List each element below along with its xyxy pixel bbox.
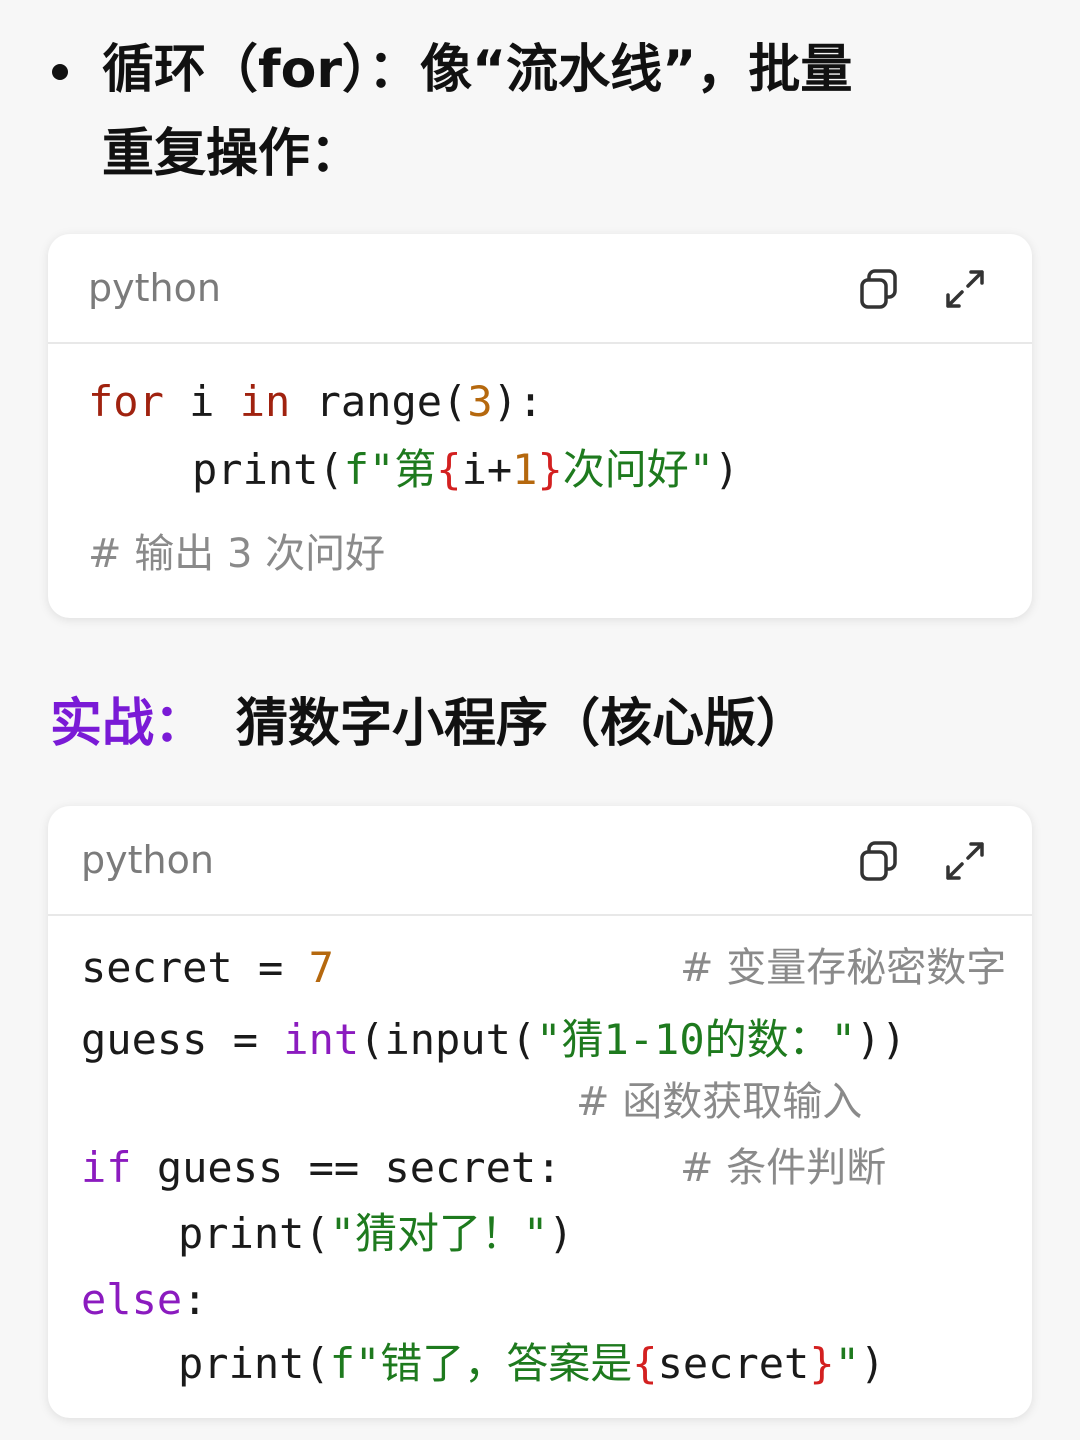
keyword-int: int bbox=[283, 1015, 360, 1064]
code-comment: # 变量存秘密数字 bbox=[680, 945, 1007, 991]
code-line: if guess == secret: bbox=[81, 1140, 561, 1196]
keyword-if: if bbox=[81, 1143, 132, 1192]
code-line: guess = int(input("猜1-10的数：")) bbox=[81, 1012, 906, 1068]
copy-button[interactable] bbox=[858, 268, 900, 310]
code-card-loop: python for i in range(3): print(f"第{i+1}… bbox=[48, 234, 1032, 618]
copy-button[interactable] bbox=[858, 840, 900, 882]
code-line: else: bbox=[81, 1272, 207, 1328]
interp-brace: { bbox=[436, 445, 462, 494]
interp-brace: { bbox=[632, 1339, 658, 1388]
code-token: ) bbox=[548, 1209, 574, 1258]
bullet-dot-icon bbox=[52, 64, 68, 80]
string-literal: "猜1-10的数：" bbox=[536, 1015, 856, 1064]
number-literal: 1 bbox=[512, 445, 538, 494]
interp-brace: } bbox=[809, 1339, 835, 1388]
interp-brace: } bbox=[537, 445, 563, 494]
language-label: python bbox=[88, 266, 221, 310]
bullet-text: 循环（for）：像“流水线”，批量 重复操作： bbox=[102, 28, 852, 196]
code-line: print("猜对了！") bbox=[178, 1206, 574, 1262]
code-token: guess == secret: bbox=[131, 1143, 562, 1192]
number-literal: 7 bbox=[308, 943, 334, 992]
code-line: print(f"第{i+1}次问好") bbox=[192, 442, 739, 498]
code-comment: # 条件判断 bbox=[680, 1145, 887, 1191]
code-token: secret = bbox=[81, 943, 309, 992]
bullet-line-2: 重复操作： bbox=[102, 124, 363, 184]
keyword-else: else bbox=[81, 1275, 183, 1324]
code-token: print( bbox=[192, 445, 344, 494]
code-token: i+ bbox=[461, 445, 513, 494]
code-line: for i in range(3): bbox=[88, 374, 543, 430]
copy-icon bbox=[860, 841, 897, 881]
expand-button[interactable] bbox=[944, 268, 986, 310]
string-literal: " bbox=[834, 1339, 860, 1388]
bullet-line-1: 循环（for）：像“流水线”，批量 bbox=[102, 40, 853, 100]
section-title: 猜数字小程序（核心版） bbox=[236, 694, 809, 754]
language-label: python bbox=[81, 838, 214, 882]
code-token: (input( bbox=[359, 1015, 537, 1064]
code-comment: # 函数获取输入 bbox=[576, 1079, 863, 1125]
string-literal: "猜对了！" bbox=[329, 1209, 549, 1258]
code-token: i bbox=[163, 377, 240, 426]
section-accent: 实战： bbox=[50, 694, 207, 754]
code-token: )) bbox=[855, 1015, 907, 1064]
string-literal: 次问好" bbox=[562, 445, 715, 494]
code-card-guess-game: python secret = 7 # 变量存秘密数字 guess = int(… bbox=[48, 806, 1032, 1418]
section-heading: 实战： 猜数字小程序（核心版） bbox=[50, 688, 1030, 760]
code-token: range( bbox=[290, 377, 468, 426]
code-card-header: python bbox=[48, 806, 1032, 916]
bullet-heading: 循环（for）：像“流水线”，批量 重复操作： bbox=[52, 28, 1012, 196]
string-literal: f"第 bbox=[343, 445, 437, 494]
string-literal: f"错了，答案是 bbox=[329, 1339, 633, 1388]
code-token: guess = bbox=[81, 1015, 284, 1064]
code-token: : bbox=[182, 1275, 208, 1324]
code-token: print( bbox=[178, 1339, 330, 1388]
code-token: ) bbox=[714, 445, 740, 494]
code-token: ): bbox=[492, 377, 544, 426]
code-line: secret = 7 bbox=[81, 940, 334, 996]
keyword-in: in bbox=[239, 377, 291, 426]
code-token: ) bbox=[859, 1339, 886, 1388]
code-token: secret bbox=[657, 1339, 810, 1388]
code-token: print( bbox=[178, 1209, 330, 1258]
copy-icon bbox=[860, 269, 897, 309]
code-comment: # 输出 3 次问好 bbox=[88, 531, 386, 577]
number-literal: 3 bbox=[467, 377, 493, 426]
expand-button[interactable] bbox=[944, 840, 986, 882]
expand-icon bbox=[946, 842, 984, 880]
code-card-header: python bbox=[48, 234, 1032, 344]
keyword-for: for bbox=[88, 377, 164, 426]
code-line: print(f"错了，答案是{secret}") bbox=[178, 1336, 885, 1392]
expand-icon bbox=[946, 270, 984, 308]
